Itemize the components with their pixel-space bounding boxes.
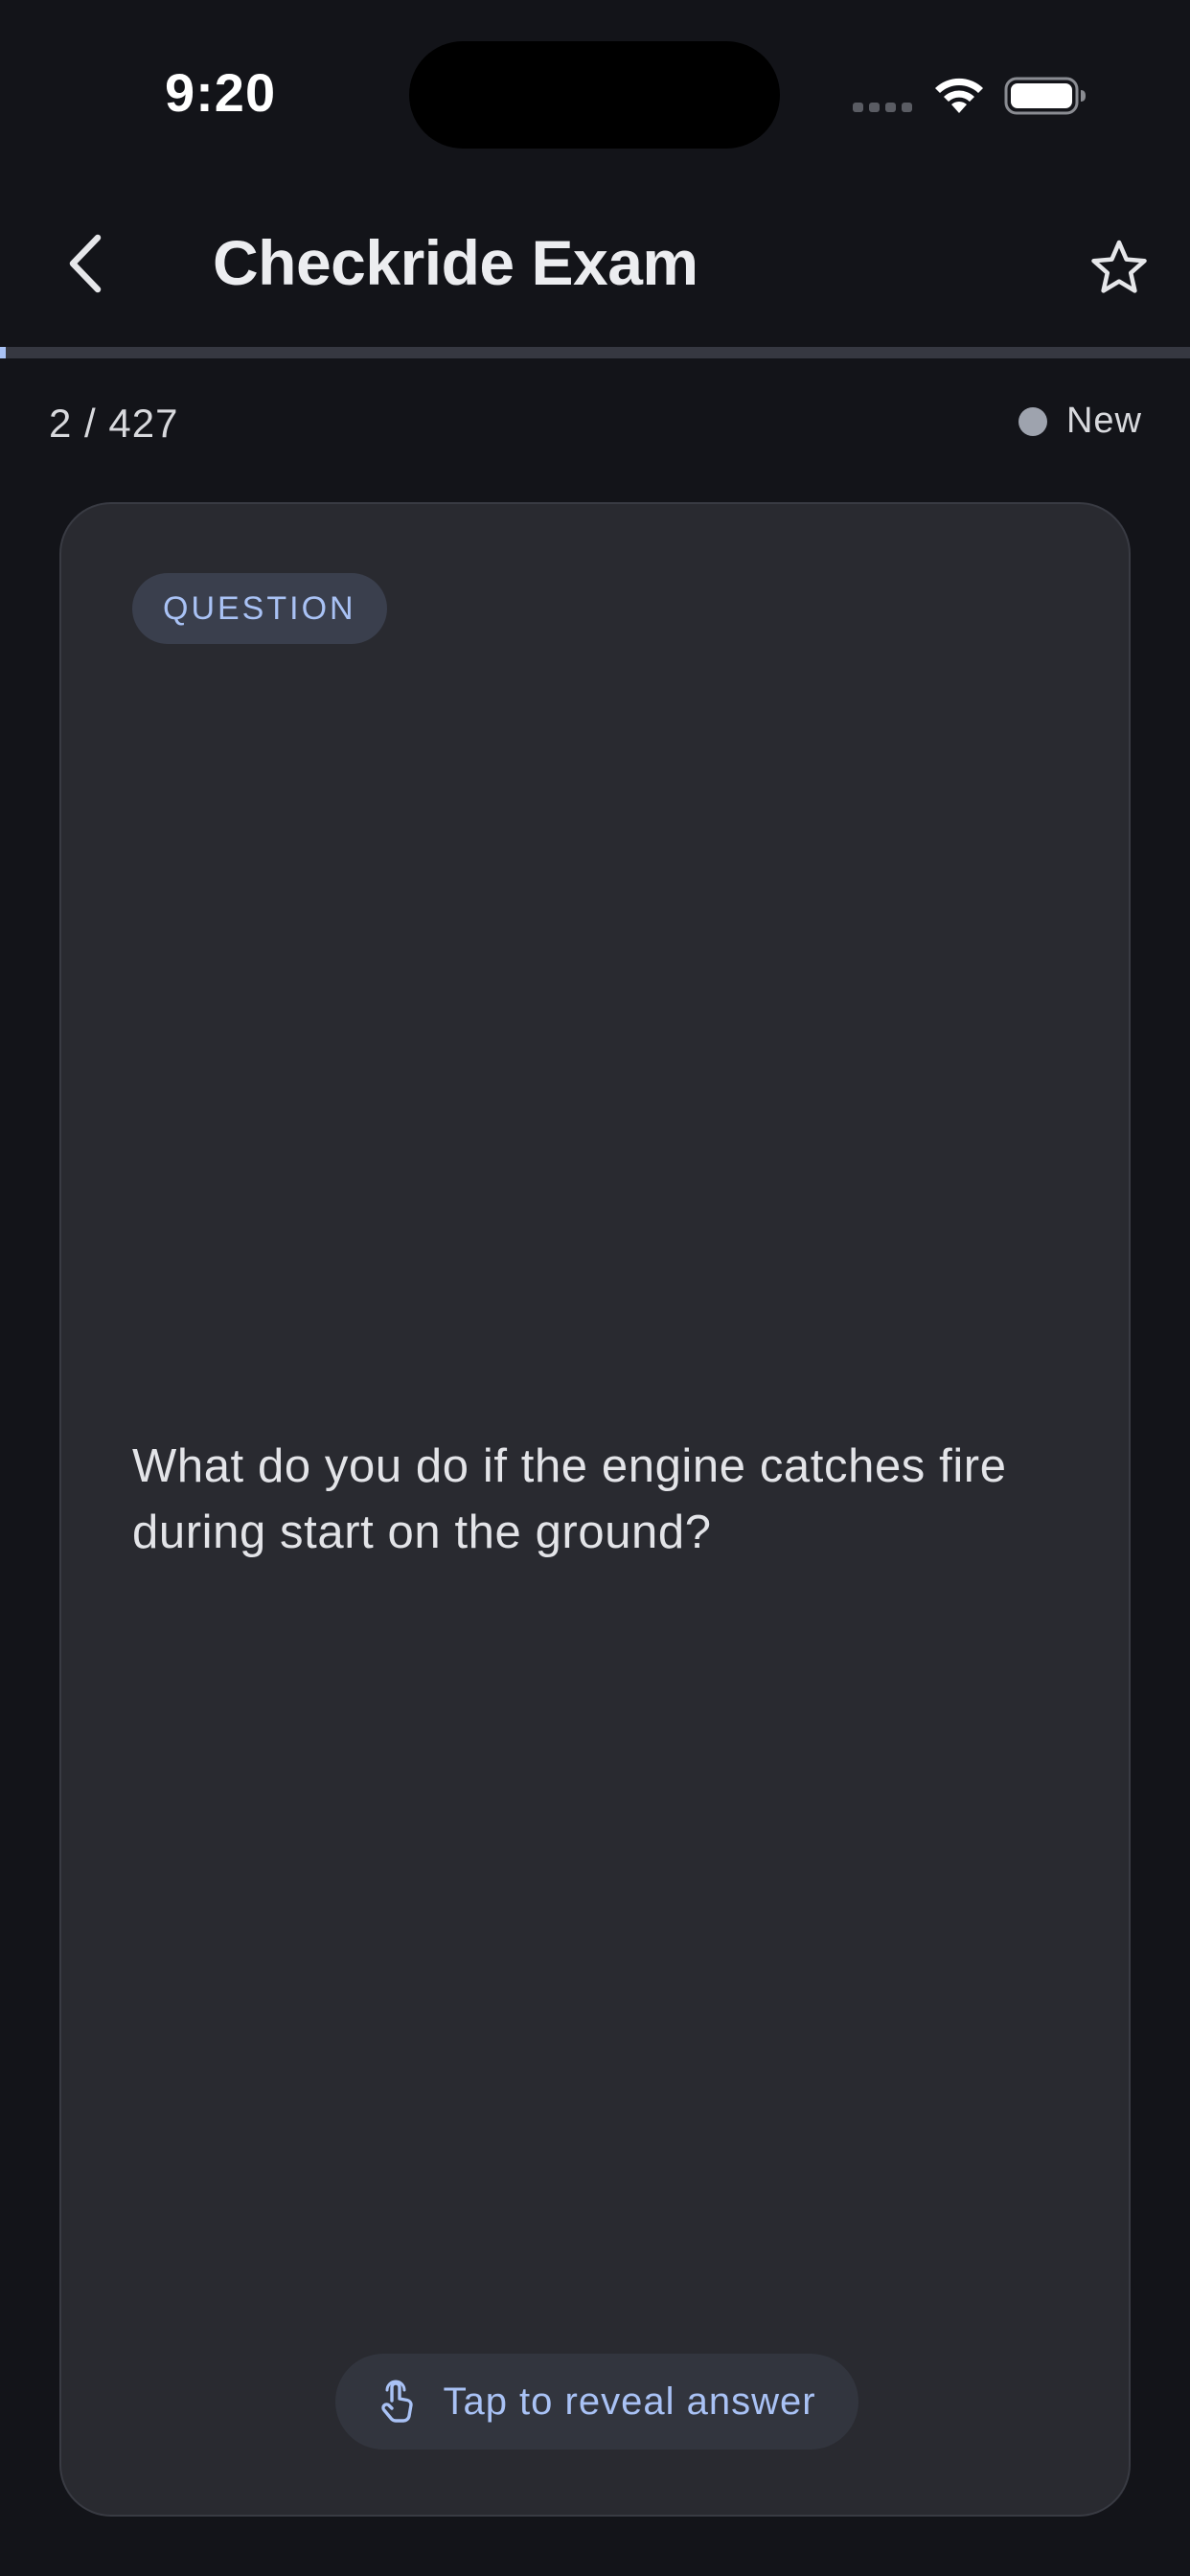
status-bar: 9:20 bbox=[0, 0, 1190, 192]
flashcard[interactable]: QUESTION What do you do if the engine ca… bbox=[59, 502, 1131, 2517]
status-time: 9:20 bbox=[165, 62, 277, 123]
wifi-icon bbox=[935, 78, 983, 113]
back-button[interactable] bbox=[46, 220, 123, 307]
progress-fill bbox=[0, 347, 6, 358]
card-status-label: New bbox=[1065, 401, 1142, 441]
chevron-left-icon bbox=[69, 234, 102, 293]
star-outline-icon bbox=[1091, 240, 1147, 293]
question-text: What do you do if the engine catches fir… bbox=[132, 1440, 1007, 1558]
battery-icon bbox=[1004, 77, 1086, 115]
status-dot bbox=[1018, 406, 1047, 436]
flashcard-screen: 9:20 Checkride Exam 2 / 427 New QUESTION… bbox=[0, 0, 1190, 2576]
card-status: New bbox=[1018, 401, 1142, 442]
page-title: Checkride Exam bbox=[213, 227, 698, 298]
card-counter: 2 / 427 bbox=[49, 401, 179, 446]
dynamic-island bbox=[409, 41, 780, 149]
reveal-answer-button[interactable]: Tap to reveal answer bbox=[335, 2354, 858, 2450]
tap-hand-icon bbox=[381, 2380, 414, 2423]
favorite-button[interactable] bbox=[1079, 230, 1159, 305]
cellular-signal-icon bbox=[853, 103, 912, 112]
reveal-answer-label: Tap to reveal answer bbox=[443, 2380, 816, 2423]
question-tag: QUESTION bbox=[132, 573, 387, 644]
progress-bar bbox=[0, 347, 1190, 358]
nav-bar: Checkride Exam bbox=[0, 192, 1190, 345]
